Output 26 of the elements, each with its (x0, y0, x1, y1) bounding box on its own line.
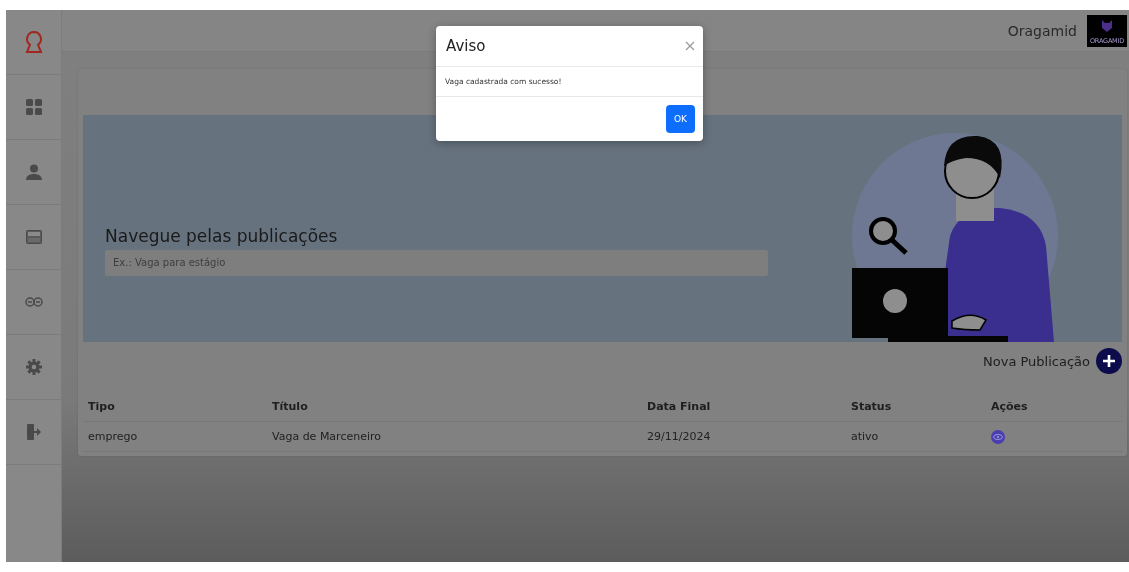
column-header: Data Final (642, 392, 846, 422)
table-cell: ativo (846, 422, 986, 452)
ok-button[interactable]: OK (666, 105, 695, 133)
table-cell: Vaga de Marceneiro (267, 422, 642, 452)
new-publication-label: Nova Publicação (983, 353, 1090, 369)
table-cell: 29/11/2024 (642, 422, 846, 452)
plus-icon (1102, 354, 1116, 368)
eye-icon (993, 433, 1003, 440)
search-field[interactable]: Ex.: Vaga para estágio (105, 249, 768, 276)
keyhole-logo-icon[interactable] (23, 30, 44, 54)
column-header: Título (267, 392, 642, 422)
column-header: Tipo (83, 392, 267, 422)
close-icon[interactable] (685, 41, 695, 51)
table-cell: emprego (83, 422, 267, 452)
column-header: Ações (986, 392, 1122, 422)
logout-icon[interactable] (26, 424, 41, 440)
card-icon[interactable] (25, 230, 42, 244)
dialog-title: Aviso (446, 37, 486, 55)
user-icon[interactable] (25, 164, 42, 180)
dashboard-icon[interactable] (25, 99, 42, 115)
column-header: Status (846, 392, 986, 422)
add-button[interactable] (1096, 348, 1122, 374)
banner-title: Navegue pelas publicações (105, 225, 339, 246)
settings-icon[interactable] (25, 359, 42, 375)
view-button[interactable] (991, 429, 1005, 444)
user-name: Oragamid (1007, 22, 1077, 39)
